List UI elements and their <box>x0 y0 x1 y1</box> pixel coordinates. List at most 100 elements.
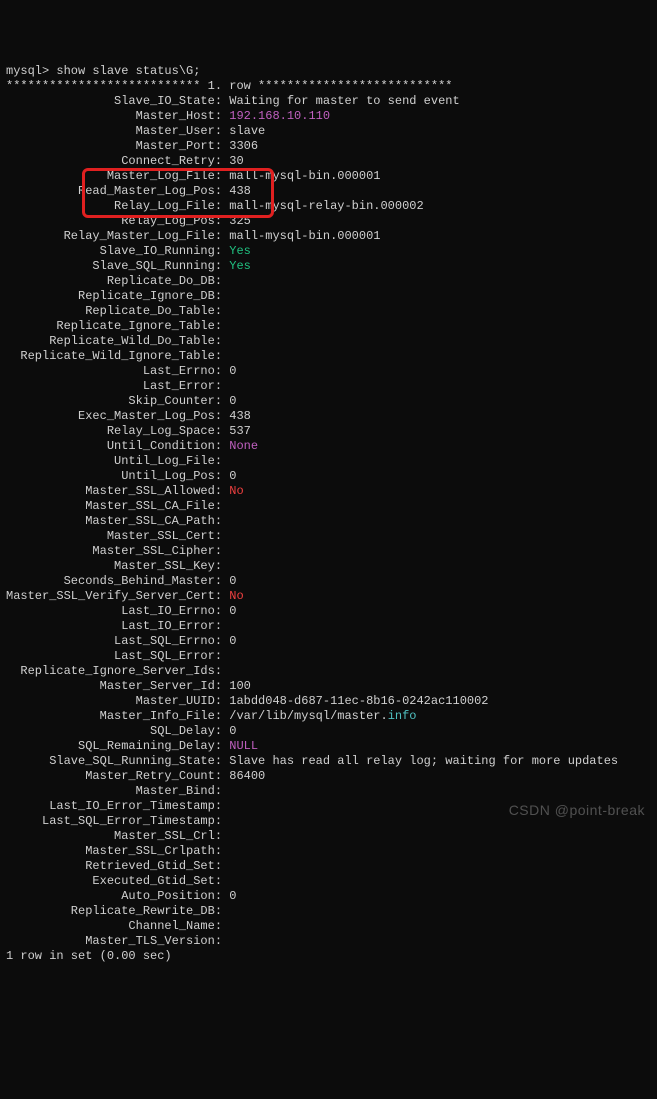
field-label: Exec_Master_Log_Pos <box>6 409 215 424</box>
field-label: Master_Bind <box>6 784 215 799</box>
field-label: Replicate_Do_DB <box>6 274 215 289</box>
field-Master_Host: Master_Host: 192.168.10.110 <box>6 109 651 124</box>
field-label: Relay_Log_Pos <box>6 214 215 229</box>
field-value: 0 <box>229 469 236 483</box>
field-Last_SQL_Error: Last_SQL_Error: <box>6 649 651 664</box>
watermark-text: CSDN @point-break <box>509 803 645 818</box>
field-value: 100 <box>229 679 251 693</box>
field-Master_SSL_Crlpath: Master_SSL_Crlpath: <box>6 844 651 859</box>
field-Master_SSL_Allowed: Master_SSL_Allowed: No <box>6 484 651 499</box>
field-Last_Error: Last_Error: <box>6 379 651 394</box>
field-Skip_Counter: Skip_Counter: 0 <box>6 394 651 409</box>
field-label: Slave_SQL_Running <box>6 259 215 274</box>
field-Slave_IO_Running: Slave_IO_Running: Yes <box>6 244 651 259</box>
field-label: Slave_IO_State <box>6 94 215 109</box>
field-label: Master_SSL_Allowed <box>6 484 215 499</box>
field-label: Slave_SQL_Running_State <box>6 754 215 769</box>
field-Until_Log_File: Until_Log_File: <box>6 454 651 469</box>
field-value: 0 <box>229 604 236 618</box>
field-value: slave <box>229 124 265 138</box>
field-label: Channel_Name <box>6 919 215 934</box>
field-label: Replicate_Wild_Ignore_Table <box>6 349 215 364</box>
field-value: /var/lib/mysql/master. <box>229 709 387 723</box>
field-Master_Port: Master_Port: 3306 <box>6 139 651 154</box>
field-label: Master_Info_File <box>6 709 215 724</box>
field-value: No <box>229 484 243 498</box>
field-value: Waiting for master to send event <box>229 94 459 108</box>
field-Replicate_Ignore_Table: Replicate_Ignore_Table: <box>6 319 651 334</box>
field-label: Replicate_Wild_Do_Table <box>6 334 215 349</box>
field-value: 0 <box>229 394 236 408</box>
field-value: Yes <box>229 244 251 258</box>
field-value: 0 <box>229 364 236 378</box>
field-Read_Master_Log_Pos: Read_Master_Log_Pos: 438 <box>6 184 651 199</box>
field-SQL_Delay: SQL_Delay: 0 <box>6 724 651 739</box>
field-label: Replicate_Ignore_DB <box>6 289 215 304</box>
field-label: Master_TLS_Version <box>6 934 215 949</box>
field-Master_Bind: Master_Bind: <box>6 784 651 799</box>
field-label: Executed_Gtid_Set <box>6 874 215 889</box>
field-Exec_Master_Log_Pos: Exec_Master_Log_Pos: 438 <box>6 409 651 424</box>
field-label: Last_IO_Errno <box>6 604 215 619</box>
field-Channel_Name: Channel_Name: <box>6 919 651 934</box>
field-Replicate_Ignore_Server_Ids: Replicate_Ignore_Server_Ids: <box>6 664 651 679</box>
field-value: mall-mysql-bin.000001 <box>229 169 380 183</box>
field-Relay_Log_Pos: Relay_Log_Pos: 325 <box>6 214 651 229</box>
field-label: Retrieved_Gtid_Set <box>6 859 215 874</box>
field-label: Relay_Log_Space <box>6 424 215 439</box>
field-label: Auto_Position <box>6 889 215 904</box>
field-Master_TLS_Version: Master_TLS_Version: <box>6 934 651 949</box>
field-label: Master_Log_File <box>6 169 215 184</box>
field-Replicate_Wild_Ignore_Table: Replicate_Wild_Ignore_Table: <box>6 349 651 364</box>
field-value: 30 <box>229 154 243 168</box>
field-label: Last_IO_Error_Timestamp <box>6 799 215 814</box>
field-Last_Errno: Last_Errno: 0 <box>6 364 651 379</box>
field-label: Until_Condition <box>6 439 215 454</box>
field-label: Master_UUID <box>6 694 215 709</box>
field-label: SQL_Delay <box>6 724 215 739</box>
field-Master_UUID: Master_UUID: 1abdd048-d687-11ec-8b16-024… <box>6 694 651 709</box>
field-label: Last_SQL_Errno <box>6 634 215 649</box>
field-value: 0 <box>229 634 236 648</box>
field-label: Master_SSL_Cert <box>6 529 215 544</box>
field-label: Replicate_Ignore_Table <box>6 319 215 334</box>
field-value: mall-mysql-bin.000001 <box>229 229 380 243</box>
field-label: Master_Retry_Count <box>6 769 215 784</box>
field-Retrieved_Gtid_Set: Retrieved_Gtid_Set: <box>6 859 651 874</box>
field-Slave_IO_State: Slave_IO_State: Waiting for master to se… <box>6 94 651 109</box>
field-label: Skip_Counter <box>6 394 215 409</box>
field-value: 1abdd048-d687-11ec-8b16-0242ac110002 <box>229 694 488 708</box>
field-label: Connect_Retry <box>6 154 215 169</box>
field-Executed_Gtid_Set: Executed_Gtid_Set: <box>6 874 651 889</box>
row-header: *************************** 1. row *****… <box>6 79 452 93</box>
field-label: Read_Master_Log_Pos <box>6 184 215 199</box>
field-Auto_Position: Auto_Position: 0 <box>6 889 651 904</box>
field-label: Master_SSL_CA_File <box>6 499 215 514</box>
field-Replicate_Ignore_DB: Replicate_Ignore_DB: <box>6 289 651 304</box>
field-Master_Server_Id: Master_Server_Id: 100 <box>6 679 651 694</box>
field-label: Last_IO_Error <box>6 619 215 634</box>
result-footer: 1 row in set (0.00 sec) <box>6 949 651 964</box>
field-label: Seconds_Behind_Master <box>6 574 215 589</box>
field-SQL_Remaining_Delay: SQL_Remaining_Delay: NULL <box>6 739 651 754</box>
field-Until_Log_Pos: Until_Log_Pos: 0 <box>6 469 651 484</box>
field-label: Until_Log_Pos <box>6 469 215 484</box>
field-value: 86400 <box>229 769 265 783</box>
field-value: 325 <box>229 214 251 228</box>
field-label: Master_Port <box>6 139 215 154</box>
field-Master_Info_File: Master_Info_File: /var/lib/mysql/master.… <box>6 709 651 724</box>
mysql-prompt: mysql> show slave status\G; <box>6 64 200 78</box>
field-value: NULL <box>229 739 258 753</box>
field-label: SQL_Remaining_Delay <box>6 739 215 754</box>
field-label: Replicate_Do_Table <box>6 304 215 319</box>
field-Master_User: Master_User: slave <box>6 124 651 139</box>
field-value: 438 <box>229 184 251 198</box>
field-Relay_Master_Log_File: Relay_Master_Log_File: mall-mysql-bin.00… <box>6 229 651 244</box>
field-value: 438 <box>229 409 251 423</box>
field-label: Slave_IO_Running <box>6 244 215 259</box>
field-label: Relay_Master_Log_File <box>6 229 215 244</box>
field-label: Last_Errno <box>6 364 215 379</box>
field-Master_SSL_Cert: Master_SSL_Cert: <box>6 529 651 544</box>
field-Replicate_Rewrite_DB: Replicate_Rewrite_DB: <box>6 904 651 919</box>
field-label: Master_Server_Id <box>6 679 215 694</box>
